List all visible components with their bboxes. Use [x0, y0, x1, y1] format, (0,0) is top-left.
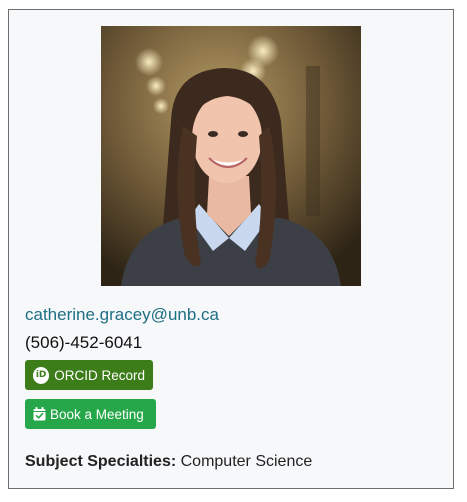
profile-photo	[101, 26, 361, 286]
subject-specialties-label: Subject Specialties:	[25, 453, 177, 470]
orcid-id-icon: iD	[33, 366, 50, 384]
profile-card: catherine.gracey@unb.ca (506)-452-6041 i…	[8, 9, 454, 489]
orcid-record-label: ORCID Record	[54, 367, 145, 383]
email-link[interactable]: catherine.gracey@unb.ca	[25, 305, 219, 325]
subject-specialties-value: Computer Science	[180, 453, 313, 470]
book-meeting-label: Book a Meeting	[50, 406, 144, 422]
orcid-record-button[interactable]: iD ORCID Record	[25, 360, 153, 390]
subject-specialties: Subject Specialties: Computer Science	[25, 453, 312, 471]
book-meeting-button[interactable]: Book a Meeting	[25, 399, 156, 429]
phone-number: (506)-452-6041	[25, 333, 143, 352]
calendar-check-icon	[33, 407, 46, 421]
